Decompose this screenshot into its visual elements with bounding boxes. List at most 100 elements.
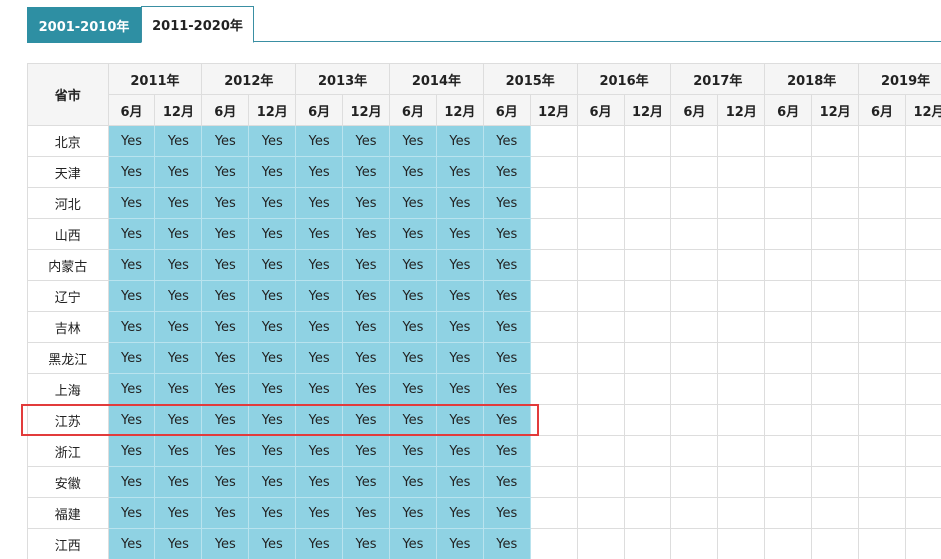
empty-cell <box>717 218 766 250</box>
empty-cell <box>670 125 719 157</box>
availability-cell: Yes <box>201 125 250 157</box>
availability-cell: Yes <box>389 435 437 467</box>
availability-cell: Yes <box>435 528 484 559</box>
empty-cell <box>858 497 906 529</box>
availability-cell: Yes <box>201 528 250 559</box>
empty-cell <box>811 497 860 529</box>
table-row: 天津 Yes Yes Yes Yes Yes Yes Yes Yes Yes <box>27 156 941 188</box>
availability-cell: Yes <box>435 156 484 188</box>
empty-cell <box>623 342 672 374</box>
empty-cell <box>670 466 719 498</box>
tab-2001-2010[interactable]: 2001-2010年 <box>27 7 141 43</box>
availability-cell: Yes <box>389 404 437 436</box>
empty-cell <box>811 466 860 498</box>
empty-cell <box>576 249 625 281</box>
empty-cell <box>670 497 719 529</box>
availability-cell: Yes <box>248 497 297 529</box>
table-row: 福建 Yes Yes Yes Yes Yes Yes Yes Yes Yes <box>27 497 941 529</box>
availability-cell: Yes <box>248 187 297 219</box>
empty-cell <box>576 156 625 188</box>
availability-cell: Yes <box>295 280 344 312</box>
year-header: 2011年 <box>107 63 203 95</box>
availability-cell: Yes <box>201 280 250 312</box>
empty-cell <box>764 218 813 250</box>
availability-cell: Yes <box>107 125 156 157</box>
availability-cell: Yes <box>107 528 156 559</box>
availability-cell: Yes <box>248 466 297 498</box>
availability-cell: Yes <box>482 404 531 436</box>
availability-cell: Yes <box>342 280 390 312</box>
empty-cell <box>529 497 578 529</box>
availability-cell: Yes <box>295 373 344 405</box>
availability-cell: Yes <box>295 156 344 188</box>
availability-cell: Yes <box>154 249 203 281</box>
empty-cell <box>576 373 625 405</box>
availability-cell: Yes <box>389 466 437 498</box>
empty-cell <box>811 404 860 436</box>
empty-cell <box>811 342 860 374</box>
year-header: 2017年 <box>670 63 766 95</box>
province-cell: 河北 <box>27 187 109 219</box>
empty-cell <box>764 342 813 374</box>
empty-cell <box>811 125 860 157</box>
empty-cell <box>764 187 813 219</box>
availability-cell: Yes <box>389 156 437 188</box>
availability-cell: Yes <box>342 125 390 157</box>
tab-2011-2020[interactable]: 2011-2020年 <box>141 6 254 43</box>
availability-cell: Yes <box>389 342 437 374</box>
availability-cell: Yes <box>248 249 297 281</box>
empty-cell <box>904 187 941 219</box>
month-header: 6月 <box>576 94 625 126</box>
province-cell: 内蒙古 <box>27 249 109 281</box>
availability-cell: Yes <box>295 187 344 219</box>
empty-cell <box>858 311 906 343</box>
province-cell: 辽宁 <box>27 280 109 312</box>
availability-cell: Yes <box>201 311 250 343</box>
empty-cell <box>764 466 813 498</box>
empty-cell <box>811 311 860 343</box>
month-header: 6月 <box>295 94 344 126</box>
empty-cell <box>764 311 813 343</box>
availability-cell: Yes <box>248 311 297 343</box>
month-header: 6月 <box>482 94 531 126</box>
month-header: 12月 <box>904 94 941 126</box>
empty-cell <box>717 280 766 312</box>
availability-cell: Yes <box>482 125 531 157</box>
empty-cell <box>717 404 766 436</box>
table-row: 江西 Yes Yes Yes Yes Yes Yes Yes Yes Yes <box>27 528 941 559</box>
empty-cell <box>858 156 906 188</box>
empty-cell <box>717 342 766 374</box>
empty-cell <box>858 373 906 405</box>
table-row: 浙江 Yes Yes Yes Yes Yes Yes Yes Yes Yes <box>27 435 941 467</box>
empty-cell <box>670 280 719 312</box>
availability-cell: Yes <box>154 125 203 157</box>
availability-cell: Yes <box>295 249 344 281</box>
empty-cell <box>904 249 941 281</box>
availability-cell: Yes <box>154 342 203 374</box>
empty-cell <box>717 373 766 405</box>
availability-cell: Yes <box>389 373 437 405</box>
availability-cell: Yes <box>107 435 156 467</box>
empty-cell <box>623 528 672 559</box>
empty-cell <box>858 466 906 498</box>
empty-cell <box>529 528 578 559</box>
province-cell: 山西 <box>27 218 109 250</box>
empty-cell <box>811 156 860 188</box>
availability-cell: Yes <box>482 435 531 467</box>
availability-cell: Yes <box>154 435 203 467</box>
empty-cell <box>576 528 625 559</box>
availability-cell: Yes <box>389 280 437 312</box>
empty-cell <box>529 187 578 219</box>
empty-cell <box>904 280 941 312</box>
empty-cell <box>623 466 672 498</box>
empty-cell <box>670 373 719 405</box>
month-header: 12月 <box>811 94 860 126</box>
empty-cell <box>858 280 906 312</box>
empty-cell <box>904 311 941 343</box>
empty-cell <box>529 249 578 281</box>
empty-cell <box>717 497 766 529</box>
empty-cell <box>670 156 719 188</box>
month-header: 6月 <box>389 94 437 126</box>
availability-cell: Yes <box>482 342 531 374</box>
availability-cell: Yes <box>154 404 203 436</box>
